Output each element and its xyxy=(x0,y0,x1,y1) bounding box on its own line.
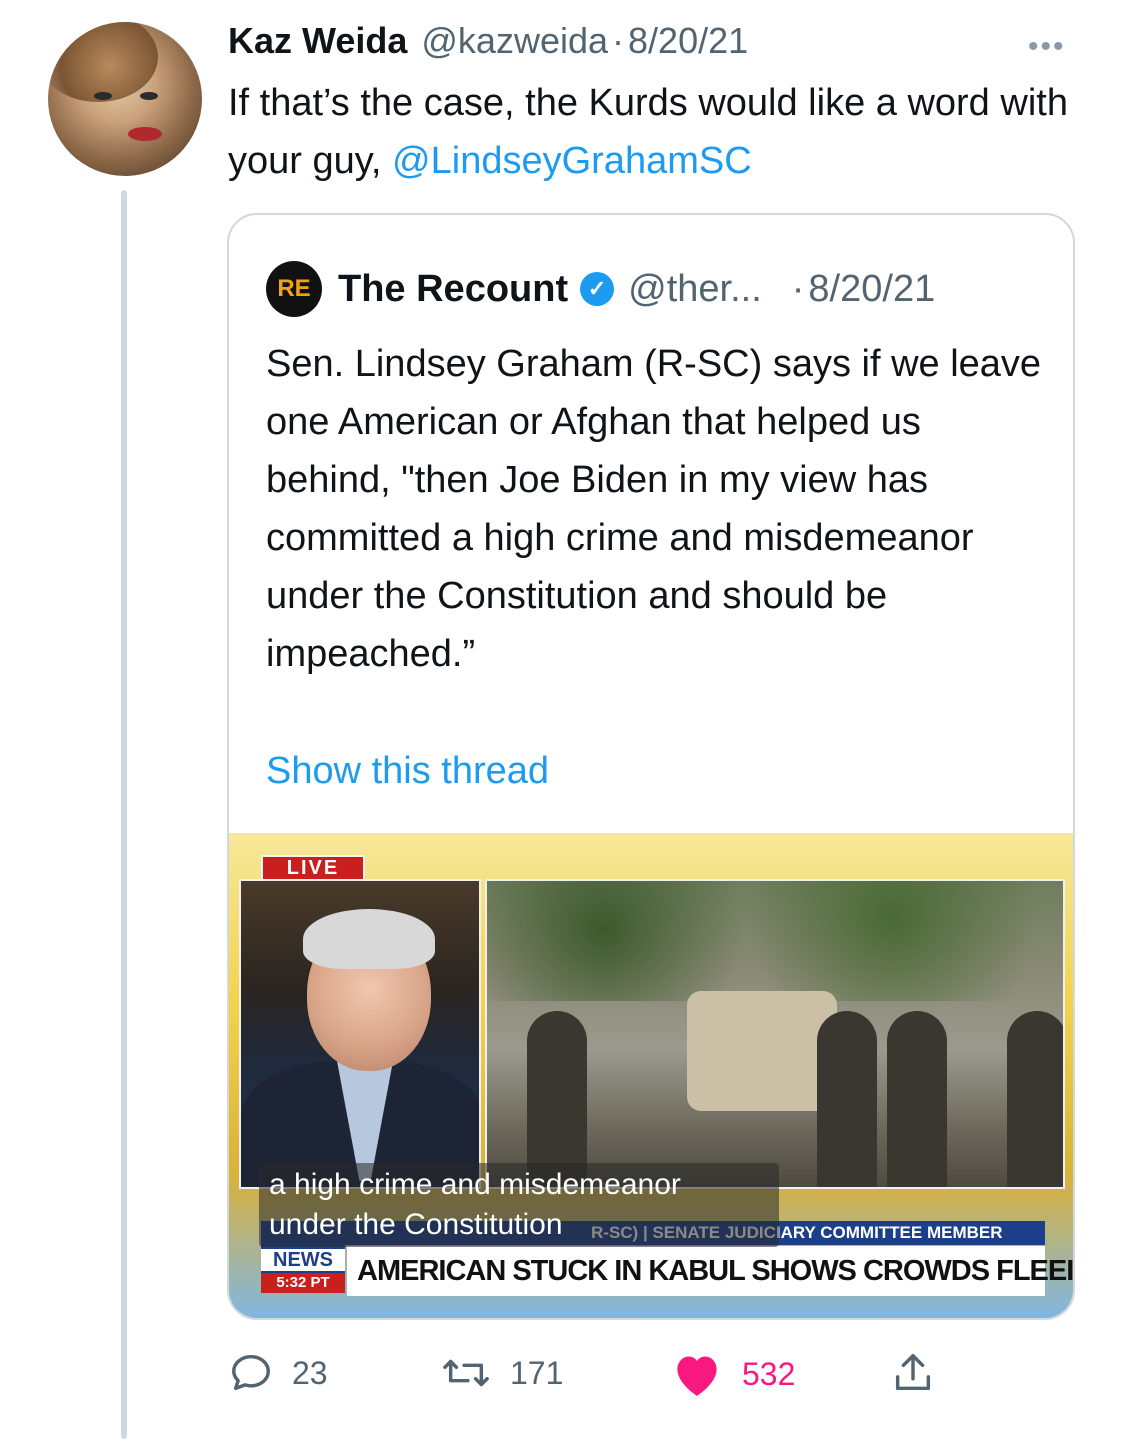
heart-icon xyxy=(677,1356,717,1396)
video-thumbnail[interactable]: LIVE R-SC) | SENATE JUDICIARY COMMITTEE … xyxy=(229,833,1073,1318)
avatar-lips xyxy=(128,127,162,141)
quoted-author-handle: @ther... xyxy=(628,267,762,310)
quoted-separator: · xyxy=(791,267,805,310)
avatar-eye xyxy=(140,92,158,100)
reply-count: 23 xyxy=(292,1354,328,1391)
hair-shape xyxy=(303,909,435,969)
tweet-text: If that’s the case, the Kurds would like… xyxy=(228,74,1088,190)
figure-shape xyxy=(1007,1011,1063,1187)
verified-badge-icon: ✓ xyxy=(580,272,615,306)
more-options-icon[interactable]: ••• xyxy=(1028,30,1066,64)
trees-shape xyxy=(487,881,1063,1001)
quoted-tweet-text: Sen. Lindsey Graham (R-SC) says if we le… xyxy=(266,343,1042,675)
author-name[interactable]: Kaz Weida xyxy=(228,20,407,62)
network-label: NEWS xyxy=(261,1249,345,1271)
tweet-header: Kaz Weida @kazweida · 8/20/21 xyxy=(228,20,748,66)
tweet-date[interactable]: 8/20/21 xyxy=(628,20,748,62)
caption-line: under the Constitution xyxy=(269,1208,563,1241)
news-headline: AMERICAN STUCK IN KABUL SHOWS CROWDS FLE… xyxy=(347,1246,1073,1296)
caption-line: a high crime and misdemeanor xyxy=(269,1168,681,1201)
video-caption: a high crime and misdemeanor under the C… xyxy=(259,1163,779,1247)
video-left-frame xyxy=(239,879,481,1189)
share-icon xyxy=(895,1354,931,1391)
like-count: 532 xyxy=(742,1355,796,1392)
reply-button[interactable]: 23 xyxy=(228,1350,328,1396)
share-button[interactable] xyxy=(890,1350,954,1396)
reply-icon xyxy=(232,1354,270,1391)
video-right-frame xyxy=(485,879,1065,1189)
live-badge: LIVE xyxy=(261,855,365,881)
figure-shape xyxy=(887,1011,947,1187)
like-button[interactable]: 532 xyxy=(670,1350,795,1398)
show-thread-link[interactable]: Show this thread xyxy=(266,750,549,793)
retweet-button[interactable]: 171 xyxy=(440,1350,563,1396)
retweet-count: 171 xyxy=(510,1354,564,1391)
mention-link[interactable]: @LindseyGrahamSC xyxy=(392,140,752,182)
author-avatar[interactable] xyxy=(48,22,202,176)
retweet-icon xyxy=(443,1359,489,1387)
author-handle[interactable]: @kazweida xyxy=(421,20,608,62)
thread-line xyxy=(121,190,127,1439)
avatar-hair xyxy=(48,22,158,102)
quoted-tweet-header: RE The Recount ✓ @ther... · 8/20/21 xyxy=(266,261,935,317)
quoted-author-name: The Recount xyxy=(338,267,569,310)
tweet-actions: 23 171 532 xyxy=(228,1350,1088,1402)
header-separator: · xyxy=(612,20,625,61)
recount-logo-icon: RE xyxy=(266,261,322,317)
time-label: 5:32 PT xyxy=(261,1273,345,1293)
avatar-eye xyxy=(94,92,112,100)
quoted-tweet[interactable]: RE The Recount ✓ @ther... · 8/20/21 Sen.… xyxy=(227,213,1075,1320)
quoted-date: 8/20/21 xyxy=(808,267,936,310)
figure-shape xyxy=(817,1011,877,1187)
truck-shape xyxy=(687,991,837,1111)
